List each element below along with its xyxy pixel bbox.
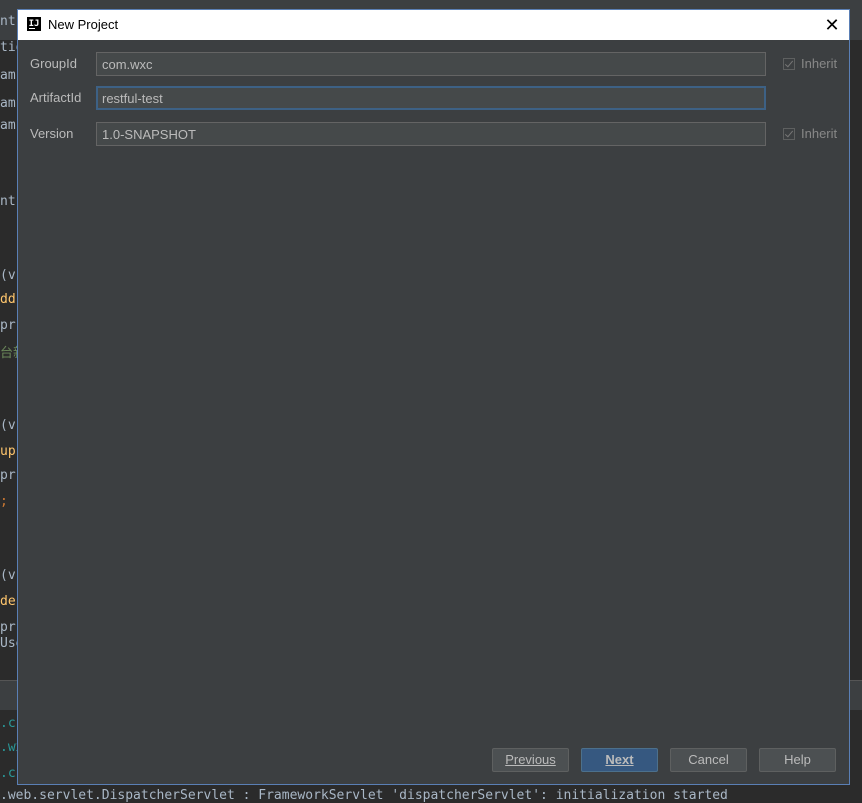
- checkmark-icon: [783, 128, 795, 140]
- groupid-field[interactable]: [96, 52, 766, 76]
- background-code-line: 台新: [0, 346, 17, 361]
- artifactid-row: ArtifactId: [18, 86, 849, 110]
- help-button[interactable]: Help: [759, 748, 836, 772]
- background-code-line: ;: [0, 494, 8, 509]
- background-code-line: (v: [0, 568, 16, 583]
- dialog-titlebar: IJ New Project ✕: [18, 10, 849, 40]
- background-code-line: ntr: [0, 194, 17, 209]
- background-console-line: .c: [0, 716, 16, 731]
- groupid-label: GroupId: [30, 56, 77, 71]
- background-code-line: (v: [0, 268, 16, 283]
- previous-button-label: Previous: [505, 752, 556, 767]
- version-row: Version Inherit: [18, 122, 849, 146]
- next-button-label: Next: [605, 752, 634, 767]
- background-code-line: am: [0, 68, 16, 83]
- background-code-line: dd: [0, 292, 16, 307]
- background-code-line: tio: [0, 40, 17, 55]
- dialog-title: New Project: [48, 17, 119, 32]
- background-console-line: .c: [0, 766, 16, 781]
- close-button[interactable]: ✕: [821, 14, 843, 36]
- groupid-inherit-checkbox[interactable]: Inherit: [783, 56, 837, 71]
- artifactid-label: ArtifactId: [30, 90, 82, 105]
- previous-button[interactable]: Previous: [492, 748, 569, 772]
- background-code-line: pr: [0, 620, 16, 635]
- version-inherit-checkbox[interactable]: Inherit: [783, 126, 837, 141]
- version-field[interactable]: [96, 122, 766, 146]
- intellij-icon: IJ: [27, 17, 41, 31]
- background-code-line: am: [0, 96, 16, 111]
- background-code-line: pr: [0, 468, 16, 483]
- groupid-row: GroupId Inherit: [18, 52, 849, 76]
- background-code-line: (v: [0, 418, 16, 433]
- background-code-line: ntr: [0, 14, 17, 29]
- artifactid-field[interactable]: [96, 86, 766, 110]
- cancel-button[interactable]: Cancel: [670, 748, 747, 772]
- next-button[interactable]: Next: [581, 748, 658, 772]
- checkmark-icon: [783, 58, 795, 70]
- background-code-line: de: [0, 594, 16, 609]
- background-console-line: .wx: [0, 740, 17, 755]
- background-code-line: am: [0, 118, 16, 133]
- background-code-line: up: [0, 444, 16, 459]
- background-code-line: Use: [0, 636, 17, 651]
- new-project-dialog: IJ New Project ✕ GroupId Inherit Artifac…: [17, 9, 850, 785]
- version-label: Version: [30, 126, 74, 141]
- version-inherit-label: Inherit: [801, 126, 838, 141]
- groupid-inherit-label: Inherit: [801, 56, 838, 71]
- background-code-line: pr: [0, 318, 16, 333]
- background-console-line: .web.servlet.DispatcherServlet : Framewo…: [0, 788, 728, 803]
